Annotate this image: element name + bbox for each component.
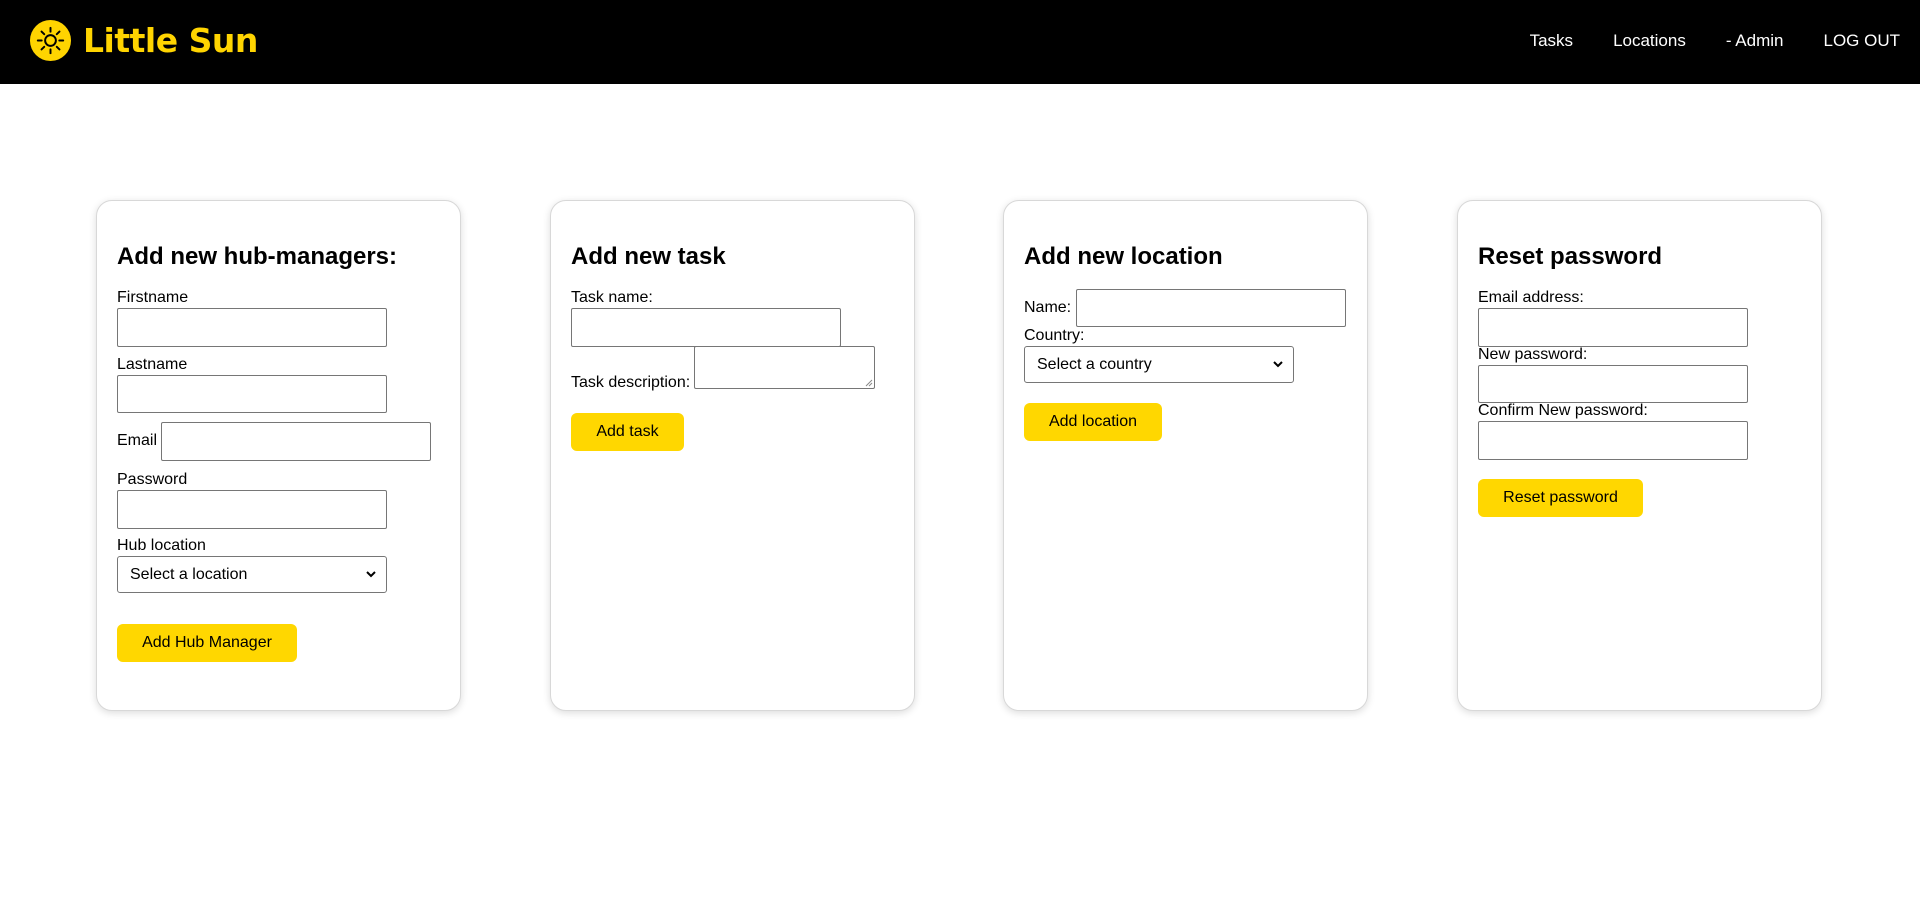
location-name-label: Name:	[1024, 299, 1072, 316]
country-label: Country:	[1024, 327, 1085, 344]
card-title: Reset password	[1478, 243, 1663, 270]
brand-name: Little Sun	[83, 21, 258, 60]
add-task-card: Add new task Task name: Task description…	[550, 200, 915, 711]
password-label: Password	[117, 471, 188, 488]
nav-locations-link[interactable]: Locations	[1613, 31, 1686, 51]
task-description-textarea[interactable]	[694, 346, 875, 389]
add-location-card: Add new location Name: Country: Select a…	[1003, 200, 1368, 711]
hub-location-select[interactable]: Select a location	[117, 556, 387, 593]
firstname-label: Firstname	[117, 289, 189, 306]
password-input[interactable]	[117, 490, 387, 529]
add-location-button[interactable]: Add location	[1024, 403, 1162, 441]
chevron-down-icon	[366, 571, 376, 578]
new-password-input[interactable]	[1478, 365, 1748, 403]
new-password-label: New password:	[1478, 346, 1588, 363]
reset-email-input[interactable]	[1478, 308, 1748, 347]
brand-logo-link[interactable]: Little Sun	[29, 19, 258, 62]
reset-password-button[interactable]: Reset password	[1478, 479, 1643, 517]
nav-tasks-link[interactable]: Tasks	[1530, 31, 1573, 51]
firstname-input[interactable]	[117, 308, 387, 347]
hub-location-selected: Select a location	[130, 565, 248, 583]
lastname-input[interactable]	[117, 375, 387, 413]
location-name-input[interactable]	[1076, 289, 1346, 327]
reset-email-label: Email address:	[1478, 289, 1584, 306]
top-navbar: Little Sun Tasks Locations - Admin LOG O…	[0, 0, 1920, 84]
resize-handle-icon[interactable]	[864, 378, 873, 387]
card-title: Add new hub-managers:	[117, 243, 398, 270]
add-task-button[interactable]: Add task	[571, 413, 684, 451]
email-input[interactable]	[161, 422, 431, 461]
reset-password-card: Reset password Email address: New passwo…	[1457, 200, 1822, 711]
nav-admin-link[interactable]: - Admin	[1726, 31, 1784, 51]
main-nav: Tasks Locations - Admin LOG OUT	[1490, 31, 1900, 51]
lastname-label: Lastname	[117, 356, 188, 373]
add-hub-manager-button[interactable]: Add Hub Manager	[117, 624, 297, 662]
country-select[interactable]: Select a country	[1024, 346, 1294, 383]
country-selected: Select a country	[1037, 355, 1152, 373]
task-name-input[interactable]	[571, 308, 841, 347]
hub-location-label: Hub location	[117, 537, 206, 554]
card-title: Add new task	[571, 243, 726, 270]
sun-icon	[29, 19, 72, 62]
card-title: Add new location	[1024, 243, 1223, 270]
task-description-label: Task description:	[571, 374, 691, 391]
nav-logout-link[interactable]: LOG OUT	[1823, 31, 1900, 51]
add-hub-manager-card: Add new hub-managers: Firstname Lastname…	[96, 200, 461, 711]
confirm-password-label: Confirm New password:	[1478, 402, 1648, 419]
chevron-down-icon	[1273, 361, 1283, 368]
confirm-password-input[interactable]	[1478, 421, 1748, 460]
task-name-label: Task name:	[571, 289, 653, 306]
email-label: Email	[117, 432, 158, 449]
